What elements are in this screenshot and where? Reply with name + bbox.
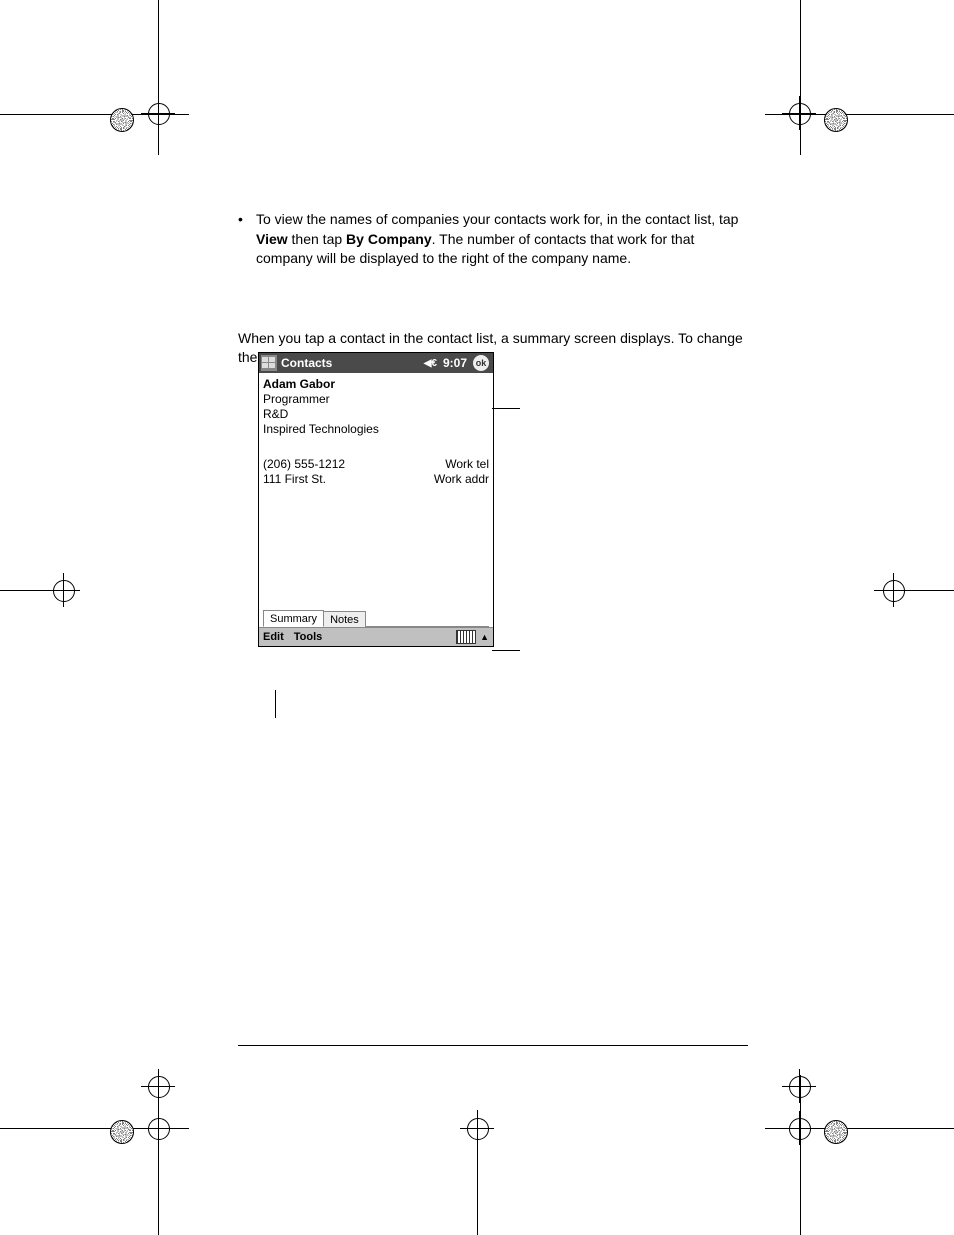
spacer [263,436,489,456]
registration-mark-icon [464,1115,490,1141]
speaker-icon[interactable]: ◀€ [424,358,437,369]
menu-edit[interactable]: Edit [263,631,284,643]
trim-line [800,1075,801,1235]
app-title: Contacts [281,356,424,370]
device-body: Adam Gabor Programmer R&D Inspired Techn… [259,373,493,627]
bullet-item: • To view the names of companies your co… [238,210,748,269]
device-screenshot: Contacts ◀€ 9:07 ok Adam Gabor Programme… [258,352,494,647]
callout-line [492,650,520,651]
spacer [263,486,489,606]
start-flag-icon[interactable] [261,355,277,371]
detail-value: 111 First St. [263,472,326,486]
bullet-dot: • [238,210,256,269]
text-bold: By Company [346,231,432,247]
registration-mark-icon [145,100,171,126]
contact-company: Inspired Technologies [263,422,489,436]
registration-mark-icon [50,577,76,603]
callout-line [275,690,276,718]
text: then tap [288,231,346,247]
tab-summary[interactable]: Summary [263,610,324,627]
registration-mark-icon [786,1115,812,1141]
corner-dial-icon [110,108,134,132]
trim-line [158,0,159,155]
tabs-row: Summary Notes [263,606,489,627]
footer-rule [238,1045,748,1046]
detail-row: (206) 555-1212 Work tel [263,457,489,471]
detail-value: (206) 555-1212 [263,457,345,471]
registration-mark-icon [145,1115,171,1141]
contact-name: Adam Gabor [263,377,489,391]
corner-dial-icon [824,1120,848,1144]
trim-line [800,0,801,155]
registration-mark-icon [786,1073,812,1099]
callout-line [492,408,520,409]
detail-row: 111 First St. Work addr [263,472,489,486]
bullet-text: To view the names of companies your cont… [256,210,748,269]
clock-time: 9:07 [443,356,467,370]
text-bold: View [256,231,288,247]
sip-arrow-icon[interactable]: ▲ [480,632,489,642]
contact-role: Programmer [263,392,489,406]
detail-label: Work addr [434,472,489,486]
detail-label: Work tel [445,457,489,471]
registration-mark-icon [786,100,812,126]
device-titlebar: Contacts ◀€ 9:07 ok [259,353,493,373]
tab-notes[interactable]: Notes [323,611,366,627]
contact-dept: R&D [263,407,489,421]
registration-mark-icon [145,1073,171,1099]
keyboard-icon[interactable] [456,630,476,644]
corner-dial-icon [110,1120,134,1144]
registration-mark-icon [880,577,906,603]
page-text: • To view the names of companies your co… [238,210,748,368]
ok-button[interactable]: ok [473,355,489,371]
corner-dial-icon [824,108,848,132]
device-footer: Edit Tools ▲ [259,627,493,646]
menu-tools[interactable]: Tools [294,631,323,643]
text: To view the names of companies your cont… [256,211,738,227]
